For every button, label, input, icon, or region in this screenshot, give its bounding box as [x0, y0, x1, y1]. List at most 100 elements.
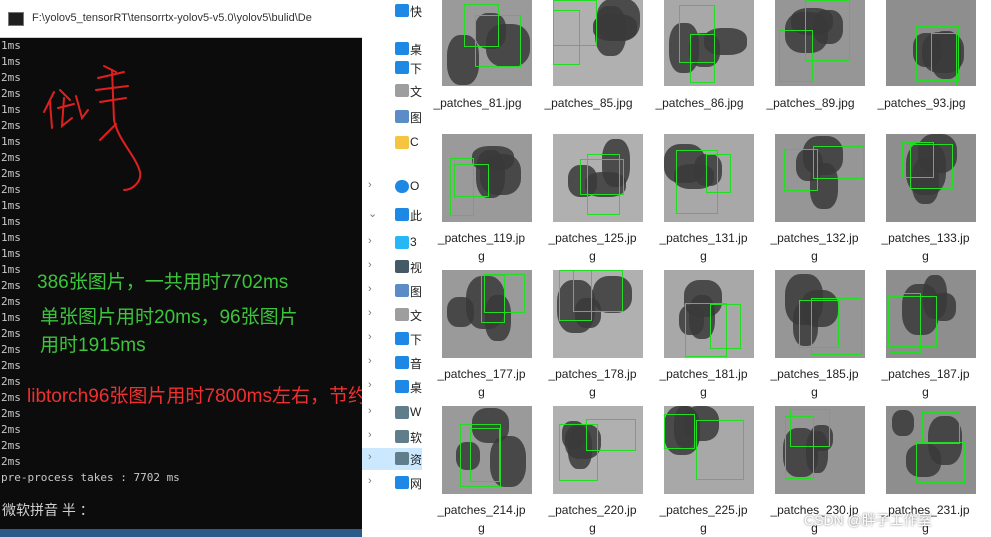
thumbnail-grid[interactable]: _patches_81.jpg _patches_85.jpg _patches_8… [422, 0, 991, 537]
thumbnail-image[interactable] [886, 406, 976, 494]
detection-box [790, 409, 830, 447]
file-name[interactable]: _patches_225.jpg [644, 501, 755, 537]
nav-item[interactable]: C [362, 132, 422, 154]
nav-item[interactable]: › W [362, 402, 422, 424]
document-icon [395, 308, 409, 321]
console-line: 1ms [1, 231, 21, 244]
network-icon [395, 476, 409, 489]
nav-item-label: 快 [410, 5, 423, 19]
nav-item[interactable]: › 3 [362, 232, 422, 254]
chevron-icon[interactable]: › [368, 379, 372, 391]
chevron-icon[interactable]: › [368, 283, 372, 295]
defect-region [892, 410, 914, 436]
nav-item-label: 桌 [410, 381, 423, 395]
detection-box [696, 420, 744, 480]
nav-item[interactable]: › 网 [362, 472, 422, 494]
nav-item-label: 此 [410, 209, 423, 223]
file-item[interactable]: _patches_214.jpg [422, 0, 533, 537]
chevron-icon[interactable]: › [368, 259, 372, 271]
nav-item[interactable]: 下 [362, 57, 422, 79]
thumbnail-image[interactable] [442, 406, 532, 494]
file-item[interactable]: _patches_220.jpg [533, 0, 644, 537]
chevron-icon[interactable]: › [368, 235, 372, 247]
nav-item[interactable]: 图 [362, 106, 422, 128]
nav-item-label: 文 [410, 85, 423, 99]
handwritten-signature [43, 65, 142, 191]
console-line: pre-process takes : 7702 ms [1, 471, 180, 484]
folder-icon [395, 136, 409, 149]
console-line: 2ms [1, 439, 21, 452]
detection-box [460, 424, 501, 487]
file-item[interactable]: _patches_230.jpg [755, 0, 866, 537]
console-line: 1ms [1, 215, 21, 228]
nav-item[interactable]: › 软 [362, 426, 422, 448]
annotation-single-image: 单张图片用时20ms，96张图片 [40, 307, 298, 328]
nav-item-label: 文 [410, 309, 423, 323]
nav-item-label: O [410, 179, 420, 193]
desktop-icon [395, 42, 409, 55]
nav-item[interactable]: › O [362, 176, 422, 198]
nav-item[interactable]: › 音 [362, 352, 422, 374]
console-window[interactable]: F:\yolov5_tensorRT\tensorrtx-yolov5-v5.0… [0, 0, 362, 537]
chevron-icon[interactable]: › [368, 405, 372, 417]
nav-item-label: 图 [410, 111, 423, 125]
nav-item-label: 下 [410, 333, 423, 347]
nav-item[interactable]: 快 [362, 0, 422, 22]
chevron-icon[interactable]: › [368, 179, 372, 191]
nav-item[interactable]: › 资 [362, 448, 422, 470]
music-icon [395, 356, 409, 369]
cloud-icon [395, 180, 409, 193]
thumbnail-image[interactable] [553, 406, 643, 494]
desktop-icon [395, 380, 409, 393]
file-item[interactable]: _patches_225.jpg [644, 0, 755, 537]
chevron-icon[interactable]: › [368, 331, 372, 343]
nav-item[interactable]: › 下 [362, 328, 422, 350]
picture-icon [395, 110, 409, 123]
thumbnail-image[interactable] [775, 406, 865, 494]
annotation-tensorrt-total: 386张图片，一共用时7702ms [37, 272, 289, 293]
nav-item[interactable]: › 图 [362, 280, 422, 302]
console-bottom-edge [0, 517, 362, 537]
console-line: 2ms [1, 455, 21, 468]
picture-icon [395, 284, 409, 297]
detection-box [664, 414, 695, 449]
star-icon [395, 4, 409, 17]
console-line: 1ms [1, 39, 21, 52]
pc-icon [395, 208, 409, 221]
console-line: 2ms [1, 423, 21, 436]
drive-icon [395, 452, 409, 465]
chevron-icon[interactable]: › [368, 475, 372, 487]
nav-item[interactable]: ⌄ 此 [362, 204, 422, 226]
nav-item-label: 资 [410, 453, 423, 467]
nav-item-label: 图 [410, 285, 423, 299]
chevron-icon[interactable]: › [368, 451, 372, 463]
drive-icon [395, 406, 409, 419]
nav-item[interactable]: › 桌 [362, 376, 422, 398]
drive-icon [395, 430, 409, 443]
console-line: 1ms [1, 199, 21, 212]
nav-item[interactable]: › 视 [362, 256, 422, 278]
document-icon [395, 84, 409, 97]
annotation-96-images: 用时1915ms [40, 335, 146, 356]
chevron-icon[interactable]: › [368, 429, 372, 441]
video-icon [395, 260, 409, 273]
nav-item-label: 音 [410, 357, 423, 371]
file-name[interactable]: _patches_220.jpg [533, 501, 644, 537]
annotation-libtorch: libtorch96张图片用时7800ms左右，节约3/4时间 [27, 386, 362, 407]
console-titlebar[interactable]: F:\yolov5_tensorRT\tensorrtx-yolov5-v5.0… [0, 0, 362, 38]
nav-item-label: 视 [410, 261, 423, 275]
explorer-navigation-pane[interactable]: 快桌下文图 C › O ⌄ 此 › 3 › 视 › 图 › 文 › 下 › 音 › 桌 › W › 软 › 资 › 网 [362, 0, 423, 537]
file-name[interactable]: _patches_214.jpg [422, 501, 533, 537]
console-app-icon [8, 12, 24, 26]
chevron-icon[interactable]: › [368, 355, 372, 367]
thumbnail-image[interactable] [664, 406, 754, 494]
nav-item[interactable]: 文 [362, 80, 422, 102]
chevron-icon[interactable]: › [368, 307, 372, 319]
file-item[interactable]: _patches_231.jpg [866, 0, 977, 537]
chevron-icon[interactable]: ⌄ [368, 207, 377, 220]
detection-box [922, 412, 960, 444]
console-line: 2ms [1, 407, 21, 420]
console-line: 1ms [1, 247, 21, 260]
nav-item-label: 下 [410, 62, 423, 76]
nav-item[interactable]: › 文 [362, 304, 422, 326]
